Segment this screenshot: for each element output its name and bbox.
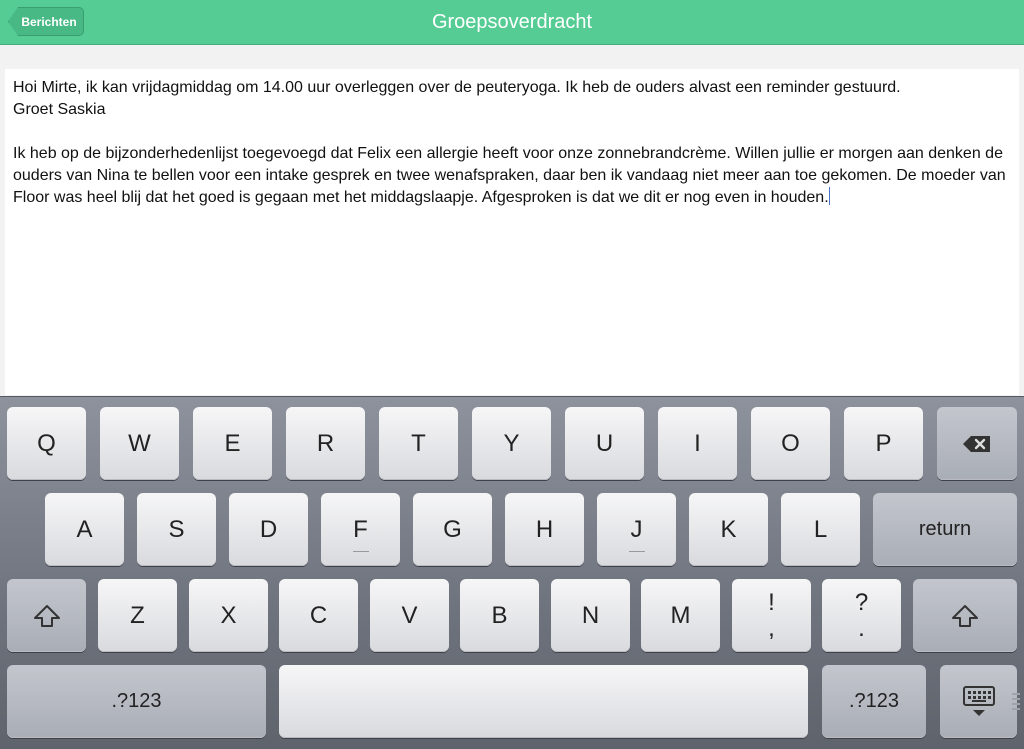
- key-h[interactable]: H: [505, 493, 584, 566]
- key-p[interactable]: P: [844, 407, 923, 480]
- key-w[interactable]: W: [100, 407, 179, 480]
- key-question-period[interactable]: ? .: [822, 579, 901, 652]
- key-label: H: [535, 515, 554, 543]
- key-u[interactable]: U: [565, 407, 644, 480]
- key-e[interactable]: E: [193, 407, 272, 480]
- key-v[interactable]: V: [370, 579, 449, 652]
- key-label: E: [224, 429, 241, 457]
- key-label: T: [411, 429, 426, 457]
- hide-keyboard-key[interactable]: [940, 665, 1017, 738]
- key-label: C: [309, 601, 328, 629]
- dual-key-labels: ! ,: [768, 588, 775, 642]
- key-label: M: [670, 601, 691, 629]
- numbers-key-left[interactable]: .?123: [7, 665, 266, 738]
- numbers-key-right[interactable]: .?123: [822, 665, 926, 738]
- home-row-marker: [352, 551, 369, 552]
- backspace-key[interactable]: [937, 407, 1017, 480]
- key-q[interactable]: Q: [7, 407, 86, 480]
- key-x[interactable]: X: [189, 579, 268, 652]
- key-b[interactable]: B: [460, 579, 539, 652]
- shift-icon: [33, 604, 60, 627]
- message-line: Hoi Mirte, ik kan vrijdagmiddag om 14.00…: [13, 79, 901, 96]
- message-paragraph-text: Ik heb op de bijzonderhedenlijst toegevo…: [13, 145, 1006, 206]
- key-label-top: ?: [854, 588, 869, 616]
- key-f[interactable]: F: [321, 493, 400, 566]
- key-label: R: [316, 429, 335, 457]
- key-g[interactable]: G: [413, 493, 492, 566]
- key-i[interactable]: I: [658, 407, 737, 480]
- dual-key-labels: ? .: [854, 588, 869, 642]
- key-label: Y: [503, 429, 520, 457]
- shift-icon: [952, 604, 978, 627]
- key-z[interactable]: Z: [98, 579, 177, 652]
- key-n[interactable]: N: [551, 579, 630, 652]
- text-cursor: [828, 187, 830, 205]
- key-label: S: [168, 515, 185, 543]
- key-s[interactable]: S: [137, 493, 216, 566]
- home-row-marker: [628, 551, 645, 552]
- key-label: F: [353, 515, 368, 543]
- key-label: V: [401, 601, 418, 629]
- key-label-bottom: .: [858, 614, 865, 642]
- key-o[interactable]: O: [751, 407, 830, 480]
- key-k[interactable]: K: [689, 493, 768, 566]
- key-label: O: [781, 429, 800, 457]
- key-label: D: [259, 515, 278, 543]
- key-label: return: [918, 518, 972, 540]
- space-key[interactable]: [279, 665, 808, 738]
- key-j[interactable]: J: [597, 493, 676, 566]
- key-label: P: [875, 429, 892, 457]
- key-c[interactable]: C: [279, 579, 358, 652]
- key-label: J: [630, 515, 643, 543]
- keyboard-grip-handle[interactable]: [1012, 690, 1020, 712]
- key-label-top: !: [768, 588, 775, 616]
- key-label: B: [491, 601, 508, 629]
- shift-key-left[interactable]: [7, 579, 86, 652]
- key-label: K: [720, 515, 737, 543]
- key-label: X: [220, 601, 237, 629]
- shift-key-right[interactable]: [913, 579, 1017, 652]
- key-exclamation-comma[interactable]: ! ,: [732, 579, 811, 652]
- key-label: A: [76, 515, 93, 543]
- backspace-icon: [963, 435, 990, 452]
- key-label: .?123: [848, 690, 900, 712]
- message-line: Groet Saskia: [13, 101, 106, 118]
- message-text-area[interactable]: Hoi Mirte, ik kan vrijdagmiddag om 14.00…: [5, 69, 1019, 395]
- key-y[interactable]: Y: [472, 407, 551, 480]
- key-label-bottom: ,: [768, 614, 775, 642]
- return-key[interactable]: return: [873, 493, 1017, 566]
- key-l[interactable]: L: [781, 493, 860, 566]
- key-r[interactable]: R: [286, 407, 365, 480]
- key-label: G: [443, 515, 462, 543]
- key-label: W: [128, 429, 151, 457]
- page-title: Groepsoverdracht: [431, 11, 593, 33]
- on-screen-keyboard: Q W E R T Y U I O P A S D F G H J K L re…: [0, 396, 1024, 749]
- message-paragraph: Ik heb op de bijzonderhedenlijst toegevo…: [13, 143, 1011, 209]
- key-d[interactable]: D: [229, 493, 308, 566]
- navigation-bar: Berichten Groepsoverdracht: [0, 0, 1024, 45]
- key-label: L: [813, 515, 828, 543]
- key-label: U: [595, 429, 614, 457]
- key-t[interactable]: T: [379, 407, 458, 480]
- key-label: I: [694, 429, 701, 457]
- key-label: .?123: [111, 690, 162, 712]
- key-a[interactable]: A: [45, 493, 124, 566]
- key-m[interactable]: M: [641, 579, 720, 652]
- key-label: Z: [130, 601, 145, 629]
- hide-keyboard-icon: [962, 685, 995, 716]
- key-label: Q: [37, 429, 56, 457]
- key-label: N: [581, 601, 600, 629]
